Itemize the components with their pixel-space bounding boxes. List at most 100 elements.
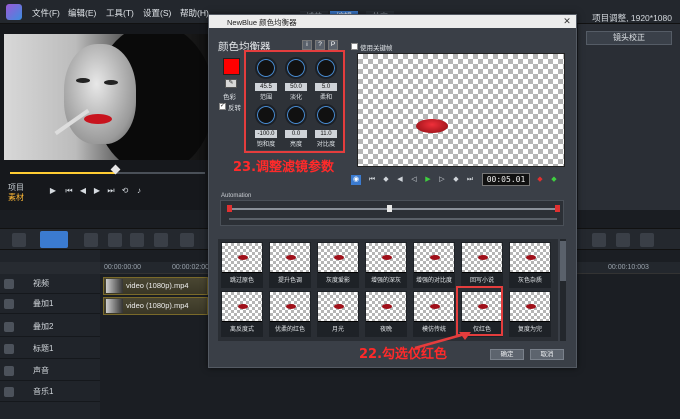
lens-correction-button[interactable]: 镜头校正 [586, 31, 672, 45]
keyframe-label: 使用关键帧 [360, 45, 393, 52]
scrollbar-thumb[interactable] [560, 241, 566, 281]
zoom-icon[interactable] [592, 233, 606, 247]
preset-label: 增强的对比度 [415, 278, 452, 284]
video-preview [4, 34, 208, 160]
preset-label: 跳过原色 [229, 278, 254, 284]
overlay-track-icon [4, 299, 14, 309]
preset-thumbnail [510, 292, 550, 322]
menu-edit[interactable]: 编辑(E) [68, 7, 96, 19]
menu-file[interactable]: 文件(F) [32, 7, 60, 19]
preview-eye [76, 78, 90, 83]
dialog-titlebar[interactable]: NewBlue 颜色均衡器 ✕ [209, 15, 576, 28]
preview-toggle-icon[interactable]: ◉ [351, 175, 361, 185]
ok-button[interactable]: 确定 [490, 349, 524, 360]
video-clip[interactable]: video (1080p).mp4 [103, 277, 208, 295]
playhead-marker[interactable] [387, 205, 392, 212]
preset-label: 夜晚 [379, 327, 392, 333]
skip-end-icon[interactable]: ⏭ [106, 186, 116, 196]
keyframe-marker[interactable] [227, 205, 232, 212]
info-button[interactable]: i [302, 40, 312, 50]
close-icon[interactable]: ✕ [561, 15, 573, 27]
preset-tile[interactable]: 提升色调 [268, 241, 312, 289]
preset-lips [334, 304, 344, 309]
preset-label: 优柔的红色 [274, 327, 305, 333]
preset-tile[interactable]: 灰度爱影 [316, 241, 360, 289]
preset-lips [526, 304, 536, 309]
track-voice[interactable]: 声音 [0, 362, 100, 381]
preset-tile[interactable]: 复度为完 [508, 290, 552, 338]
project-info: 项目调整, 1920*1080 [592, 13, 672, 23]
color-equalizer-dialog: NewBlue 颜色均衡器 ✕ 颜色均衡器 i ? P ✎ 色彩 ✓ 反转 45… [208, 14, 577, 368]
storyboard-view-icon[interactable] [12, 233, 26, 247]
color-label: 色彩 [223, 94, 236, 101]
add-keyframe-icon[interactable]: ◆ [535, 175, 545, 185]
preset-lips [286, 304, 296, 309]
menu-tools[interactable]: 工具(T) [106, 7, 134, 19]
preset-label: 灰度爱影 [325, 278, 350, 284]
preset-lips [526, 255, 536, 260]
go-start-icon[interactable]: ⏮ [367, 175, 377, 185]
automation-track[interactable] [220, 200, 564, 226]
remove-keyframe-icon[interactable]: ◆ [549, 175, 559, 185]
preset-tile[interactable]: 灰色杂质 [508, 241, 552, 289]
redo-icon[interactable] [154, 233, 168, 247]
step-back-icon[interactable]: ◀ [78, 186, 88, 196]
preset-tile[interactable]: 跳过原色 [220, 241, 264, 289]
presets-button[interactable]: P [328, 40, 338, 50]
cancel-button[interactable]: 取消 [530, 349, 564, 360]
preset-tile[interactable]: 增强的对比度 [412, 241, 456, 289]
invert-checkbox[interactable]: ✓ [219, 103, 226, 110]
track-tabs [0, 262, 100, 274]
prev-keyframe-icon[interactable]: ◆ [381, 175, 391, 185]
volume-icon[interactable]: ♪ [134, 186, 144, 196]
next-keyframe-icon[interactable]: ◆ [451, 175, 461, 185]
preset-thumbnail [318, 292, 358, 322]
mode-project[interactable]: 项目 [8, 183, 24, 193]
ruler-tick: 00:00:10:003 [608, 264, 649, 271]
frame-back-icon[interactable]: ◀ [395, 175, 405, 185]
dialog-title: NewBlue 颜色均衡器 [227, 18, 297, 27]
undo-icon[interactable] [130, 233, 144, 247]
preset-tile[interactable]: 月光 [316, 290, 360, 338]
skip-start-icon[interactable]: ⏮ [64, 186, 74, 196]
keyframe-marker[interactable] [555, 205, 560, 212]
eyedropper-icon[interactable]: ✎ [225, 79, 237, 88]
track-title1[interactable]: 标题1 [0, 340, 100, 359]
fit-icon[interactable] [616, 233, 630, 247]
preset-tile[interactable]: 夜晚 [364, 290, 408, 338]
step-back-icon[interactable]: ◁ [409, 175, 419, 185]
track-overlay2[interactable]: 叠加2 [0, 318, 100, 337]
timecode-display[interactable]: 00:05.01 [482, 173, 530, 186]
menu-help[interactable]: 帮助(H) [180, 7, 209, 19]
mode-clip[interactable]: 素材 [8, 193, 24, 203]
help-button[interactable]: ? [315, 40, 325, 50]
settings-icon[interactable] [640, 233, 654, 247]
highlight-box [456, 286, 503, 336]
timeline-view-icon[interactable] [40, 231, 68, 248]
go-end-icon[interactable]: ⏭ [465, 175, 475, 185]
preset-label: 离反度式 [229, 327, 254, 333]
add-track-icon[interactable] [84, 233, 98, 247]
play-icon[interactable]: ▶ [423, 175, 433, 185]
cut-icon[interactable] [108, 233, 122, 247]
track-overlay1[interactable]: 叠加1 [0, 295, 100, 314]
automation-label: Automation [221, 193, 252, 199]
track-music1[interactable]: 音乐1 [0, 383, 100, 402]
preset-thumbnail [318, 243, 358, 273]
preset-tile[interactable]: 回写小说 [460, 241, 504, 289]
preset-tile[interactable]: 增强的深灰 [364, 241, 408, 289]
keyframe-checkbox[interactable] [351, 43, 358, 50]
play-icon[interactable]: ▶ [48, 186, 58, 196]
track-video[interactable]: 视频 [0, 275, 100, 294]
menu-settings[interactable]: 设置(S) [143, 7, 171, 19]
repeat-icon[interactable]: ⟲ [120, 186, 130, 196]
preset-tile[interactable]: 离反度式 [220, 290, 264, 338]
preset-label: 复度为完 [517, 327, 542, 333]
record-icon[interactable] [180, 233, 194, 247]
preset-thumbnail [366, 243, 406, 273]
color-swatch[interactable] [223, 58, 240, 75]
step-forward-icon[interactable]: ▶ [92, 186, 102, 196]
preset-tile[interactable]: 优柔的红色 [268, 290, 312, 338]
overlay-clip[interactable]: video (1080p).mp4 [103, 297, 208, 315]
frame-forward-icon[interactable]: ▷ [437, 175, 447, 185]
